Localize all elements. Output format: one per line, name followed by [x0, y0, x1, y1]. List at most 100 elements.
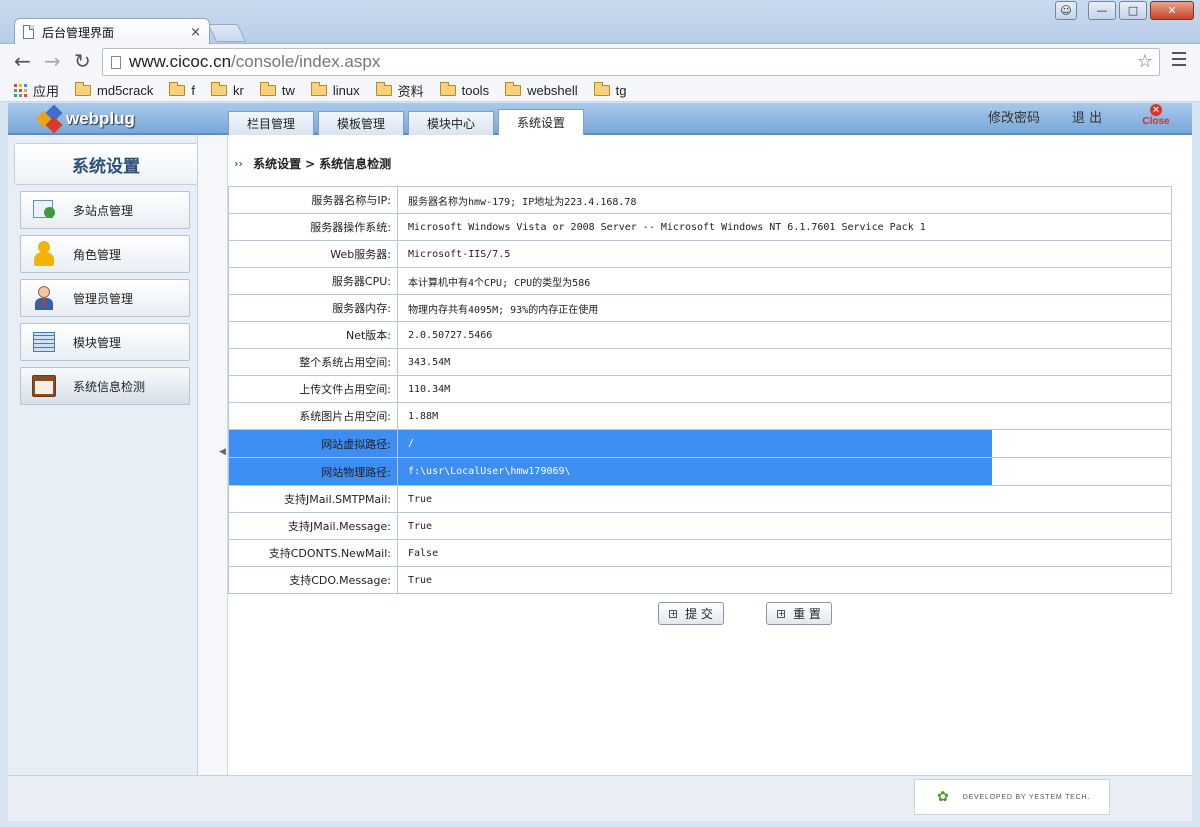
info-label: 支持JMail.SMTPMail: — [228, 485, 398, 513]
info-label-text: 支持CDO.Message: — [289, 574, 391, 587]
back-arrow-icon[interactable]: ← — [14, 50, 31, 72]
info-row: 服务器CPU: 本计算机中有4个CPU; CPU的类型为586 — [228, 267, 1172, 295]
close-button[interactable]: × Close — [1140, 104, 1172, 127]
close-window-button[interactable]: ✕ — [1150, 1, 1194, 20]
footer: ✿ DEVELOPED BY YESTEM TECH. — [8, 775, 1192, 821]
folder-icon — [211, 82, 227, 96]
info-label-text: 整个系统占用空间: — [299, 356, 391, 369]
info-value: 343.54M — [397, 348, 1172, 376]
info-value-text: True — [408, 520, 433, 532]
browser-tab[interactable]: 后台管理界面 × — [14, 18, 210, 45]
breadcrumb: ›› 系统设置 > 系统信息检测 — [234, 155, 391, 172]
bookmark-item[interactable]: tg — [593, 82, 627, 98]
tab-close-icon[interactable]: × — [190, 25, 201, 40]
app-header: webplug 栏目管理 模板管理 模块中心 系统设置 修改密码 退 出 × Clos… — [8, 103, 1192, 135]
info-label: 服务器内存: — [228, 294, 398, 322]
bookmark-label: f — [191, 83, 195, 98]
info-label-text: 系统图片占用空间: — [299, 410, 391, 423]
info-value-text: Microsoft Windows Vista or 2008 Server -… — [408, 221, 926, 233]
info-value: Microsoft Windows Vista or 2008 Server -… — [397, 213, 1172, 241]
info-value: 服务器名称为hmw-179; IP地址为223.4.168.78 — [397, 186, 1172, 214]
bookmark-item[interactable]: 应用 — [14, 81, 59, 100]
folder-icon — [75, 82, 92, 96]
info-value-text: 1.88M — [408, 410, 439, 422]
info-row: 系统图片占用空间: 1.88M — [228, 402, 1172, 430]
bookmark-item[interactable]: 资料 — [375, 81, 424, 100]
info-label: 网站虚拟路径: — [228, 429, 398, 458]
info-label: 支持CDO.Message: — [228, 566, 398, 594]
info-label-text: Web服务器: — [330, 248, 391, 261]
sidebar-item[interactable]: 管理员管理 — [20, 279, 190, 317]
info-label-text: Net版本: — [345, 329, 391, 342]
collapse-sidebar-icon[interactable]: ◀ — [219, 447, 226, 457]
system-info-table: 服务器名称与IP: 服务器名称为hmw-179; IP地址为223.4.168.7… — [228, 186, 1172, 594]
info-label: 网站物理路径: — [228, 457, 398, 486]
breadcrumb-section[interactable]: 系统设置 — [253, 155, 301, 172]
url-path: /console/index.aspx — [231, 52, 381, 71]
bookmark-item[interactable]: tw — [259, 82, 295, 98]
info-label: 服务器CPU: — [228, 267, 398, 295]
info-value: 2.0.50727.5466 — [397, 321, 1172, 349]
folder-icon — [169, 82, 186, 96]
folder-icon — [375, 82, 392, 96]
info-label-text: 服务器操作系统: — [310, 221, 391, 234]
new-tab-button[interactable] — [207, 24, 247, 42]
info-row: 支持JMail.SMTPMail: True — [228, 485, 1172, 513]
bookmark-label: tg — [615, 83, 627, 98]
nav-tab[interactable]: 栏目管理 — [228, 111, 314, 135]
info-value-text: Microsoft-IIS/7.5 — [408, 248, 511, 260]
reset-label: 重 置 — [793, 607, 821, 621]
info-value: False — [397, 539, 1172, 567]
reset-button[interactable]: + 重 置 — [766, 602, 832, 625]
sidebar-item[interactable]: 模块管理 — [20, 323, 190, 361]
apps-icon — [14, 84, 27, 97]
forward-arrow-icon[interactable]: → — [44, 50, 61, 72]
info-label: 服务器操作系统: — [228, 213, 398, 241]
address-bar[interactable]: www.cicoc.cn/console/index.aspx ☆ — [102, 48, 1160, 76]
info-label-text: 支持JMail.Message: — [287, 520, 391, 533]
info-value: / — [397, 429, 1172, 458]
bookmark-item[interactable]: kr — [211, 82, 244, 98]
url-text: www.cicoc.cn/console/index.aspx — [129, 52, 380, 72]
bookmark-star-icon[interactable]: ☆ — [1137, 51, 1153, 72]
nav-tab[interactable]: 系统设置 — [498, 109, 584, 135]
nav-tab[interactable]: 模板管理 — [318, 111, 404, 135]
minimize-button[interactable]: — — [1088, 1, 1116, 20]
info-label-text: 服务器名称与IP: — [311, 194, 391, 207]
info-row: 服务器内存: 物理内存共有4095M; 93%的内存正在使用 — [228, 294, 1172, 322]
calendar-icon — [31, 373, 57, 399]
user-profile-icon[interactable]: ☺ — [1055, 1, 1077, 20]
bookmark-item[interactable]: tools — [439, 82, 489, 98]
sidebar-item[interactable]: 系统信息检测 — [20, 367, 190, 405]
logout-link[interactable]: 退 出 — [1072, 107, 1102, 126]
change-password-link[interactable]: 修改密码 — [988, 107, 1040, 126]
chrome-menu-icon[interactable] — [1172, 52, 1186, 70]
plus-icon: + — [669, 608, 678, 618]
sidebar-item[interactable]: 多站点管理 — [20, 191, 190, 229]
bookmark-label: md5crack — [97, 83, 154, 98]
folder-icon — [439, 82, 456, 96]
sidebar-item-label: 模块管理 — [73, 335, 122, 350]
sidebar-item-label: 系统信息检测 — [73, 379, 146, 394]
reload-icon[interactable]: ↻ — [74, 50, 91, 72]
sidebar-item[interactable]: 角色管理 — [20, 235, 190, 273]
info-value-text: True — [408, 493, 433, 505]
folder-icon — [310, 82, 327, 96]
bookmark-label: webshell — [527, 83, 578, 98]
bookmark-item[interactable]: linux — [310, 82, 360, 98]
info-row: Web服务器: Microsoft-IIS/7.5 — [228, 240, 1172, 268]
maximize-button[interactable]: □ — [1119, 1, 1147, 20]
bookmark-label: 应用 — [33, 84, 60, 99]
tab-title: 后台管理界面 — [42, 25, 115, 40]
info-value-text: 110.34M — [408, 383, 451, 395]
nav-tab[interactable]: 模块中心 — [408, 111, 494, 135]
bookmark-item[interactable]: md5crack — [75, 82, 154, 98]
folder-icon — [259, 82, 276, 96]
info-label: 支持CDONTS.NewMail: — [228, 539, 398, 567]
info-value: True — [397, 512, 1172, 540]
submit-button[interactable]: + 提 交 — [658, 602, 724, 625]
footer-text: DEVELOPED BY YESTEM TECH. — [962, 793, 1091, 801]
info-label: 服务器名称与IP: — [228, 186, 398, 214]
bookmark-item[interactable]: f — [169, 82, 195, 98]
bookmark-item[interactable]: webshell — [505, 82, 578, 98]
